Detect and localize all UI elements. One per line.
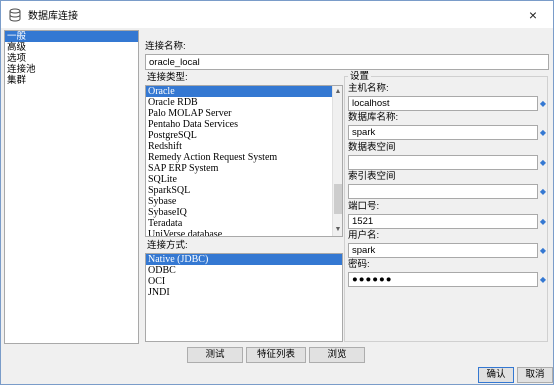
data-tablespace-input[interactable] bbox=[348, 155, 538, 170]
list-item[interactable]: OCI bbox=[146, 276, 342, 287]
explore-button[interactable]: 浏览 bbox=[309, 347, 365, 363]
list-item[interactable]: SQLite bbox=[146, 174, 342, 185]
port-label: 端口号: bbox=[348, 201, 380, 212]
connection-type-list[interactable]: Oracle Oracle RDB Palo MOLAP Server Pent… bbox=[145, 85, 343, 237]
list-item[interactable]: Palo MOLAP Server bbox=[146, 108, 342, 119]
username-input[interactable] bbox=[348, 243, 538, 258]
title-bar: 数据库连接 × bbox=[1, 1, 553, 28]
cancel-button[interactable]: 取消 bbox=[517, 367, 553, 383]
close-button[interactable]: × bbox=[513, 1, 553, 28]
index-tablespace-input[interactable] bbox=[348, 184, 538, 199]
test-button[interactable]: 测试 bbox=[187, 347, 243, 363]
password-label: 密码: bbox=[348, 259, 370, 270]
settings-nav: 一般 高级 选项 连接池 集群 bbox=[4, 30, 139, 344]
index-tablespace-label: 索引表空间 bbox=[348, 171, 396, 182]
nav-item-options[interactable]: 选项 bbox=[5, 53, 138, 64]
access-method-list[interactable]: Native (JDBC) ODBC OCI JNDI bbox=[145, 253, 343, 342]
list-item[interactable]: JNDI bbox=[146, 287, 342, 298]
data-tablespace-label: 数据表空间 bbox=[348, 142, 396, 153]
database-icon bbox=[9, 8, 21, 21]
connection-name-input[interactable] bbox=[145, 54, 549, 70]
ok-button[interactable]: 确认 bbox=[478, 367, 514, 383]
connection-type-scrollbar[interactable]: ▲ ▼ bbox=[332, 86, 342, 236]
variable-icon[interactable]: ◆ bbox=[539, 188, 547, 196]
scroll-down-icon[interactable]: ▼ bbox=[333, 225, 342, 235]
nav-item-clustering[interactable]: 集群 bbox=[5, 75, 138, 86]
variable-icon[interactable]: ◆ bbox=[539, 218, 547, 226]
nav-item-general[interactable]: 一般 bbox=[5, 31, 138, 42]
variable-icon[interactable]: ◆ bbox=[539, 100, 547, 108]
host-label: 主机名称: bbox=[348, 83, 389, 94]
list-item[interactable]: PostgreSQL bbox=[146, 130, 342, 141]
host-input[interactable] bbox=[348, 96, 538, 111]
connection-type-label: 连接类型: bbox=[147, 72, 188, 83]
list-item[interactable]: Redshift bbox=[146, 141, 342, 152]
list-item[interactable]: Oracle bbox=[146, 86, 342, 97]
database-connection-dialog: 数据库连接 × 一般 高级 选项 连接池 集群 连接名称: 连接类型: Orac… bbox=[0, 0, 554, 385]
variable-icon[interactable]: ◆ bbox=[539, 276, 547, 284]
scroll-thumb[interactable] bbox=[334, 184, 342, 214]
close-icon: × bbox=[528, 6, 538, 23]
nav-item-advanced[interactable]: 高级 bbox=[5, 42, 138, 53]
list-item[interactable]: ODBC bbox=[146, 265, 342, 276]
variable-icon[interactable]: ◆ bbox=[539, 159, 547, 167]
password-input[interactable] bbox=[348, 272, 538, 287]
list-item[interactable]: SAP ERP System bbox=[146, 163, 342, 174]
list-item[interactable]: Native (JDBC) bbox=[146, 254, 342, 265]
username-label: 用户名: bbox=[348, 230, 380, 241]
settings-group-label: 设置 bbox=[348, 71, 372, 83]
list-item[interactable]: SparkSQL bbox=[146, 185, 342, 196]
general-panel: 连接名称: 连接类型: Oracle Oracle RDB Palo MOLAP… bbox=[142, 30, 550, 344]
list-item[interactable]: Remedy Action Request System bbox=[146, 152, 342, 163]
list-item[interactable]: Sybase bbox=[146, 196, 342, 207]
variable-icon[interactable]: ◆ bbox=[539, 247, 547, 255]
database-name-input[interactable] bbox=[348, 125, 538, 140]
list-item[interactable]: Pentaho Data Services bbox=[146, 119, 342, 130]
list-item[interactable]: Teradata bbox=[146, 218, 342, 229]
scroll-up-icon[interactable]: ▲ bbox=[333, 87, 342, 97]
list-item[interactable]: UniVerse database bbox=[146, 229, 342, 236]
access-method-label: 连接方式: bbox=[147, 240, 188, 251]
list-item[interactable]: SybaseIQ bbox=[146, 207, 342, 218]
port-input[interactable] bbox=[348, 214, 538, 229]
list-item[interactable]: Oracle RDB bbox=[146, 97, 342, 108]
feature-list-button[interactable]: 特征列表 bbox=[246, 347, 306, 363]
window-title: 数据库连接 bbox=[28, 11, 78, 22]
nav-item-pooling[interactable]: 连接池 bbox=[5, 64, 138, 75]
connection-name-label: 连接名称: bbox=[145, 41, 186, 52]
variable-icon[interactable]: ◆ bbox=[539, 129, 547, 137]
database-name-label: 数据库名称: bbox=[348, 112, 399, 123]
